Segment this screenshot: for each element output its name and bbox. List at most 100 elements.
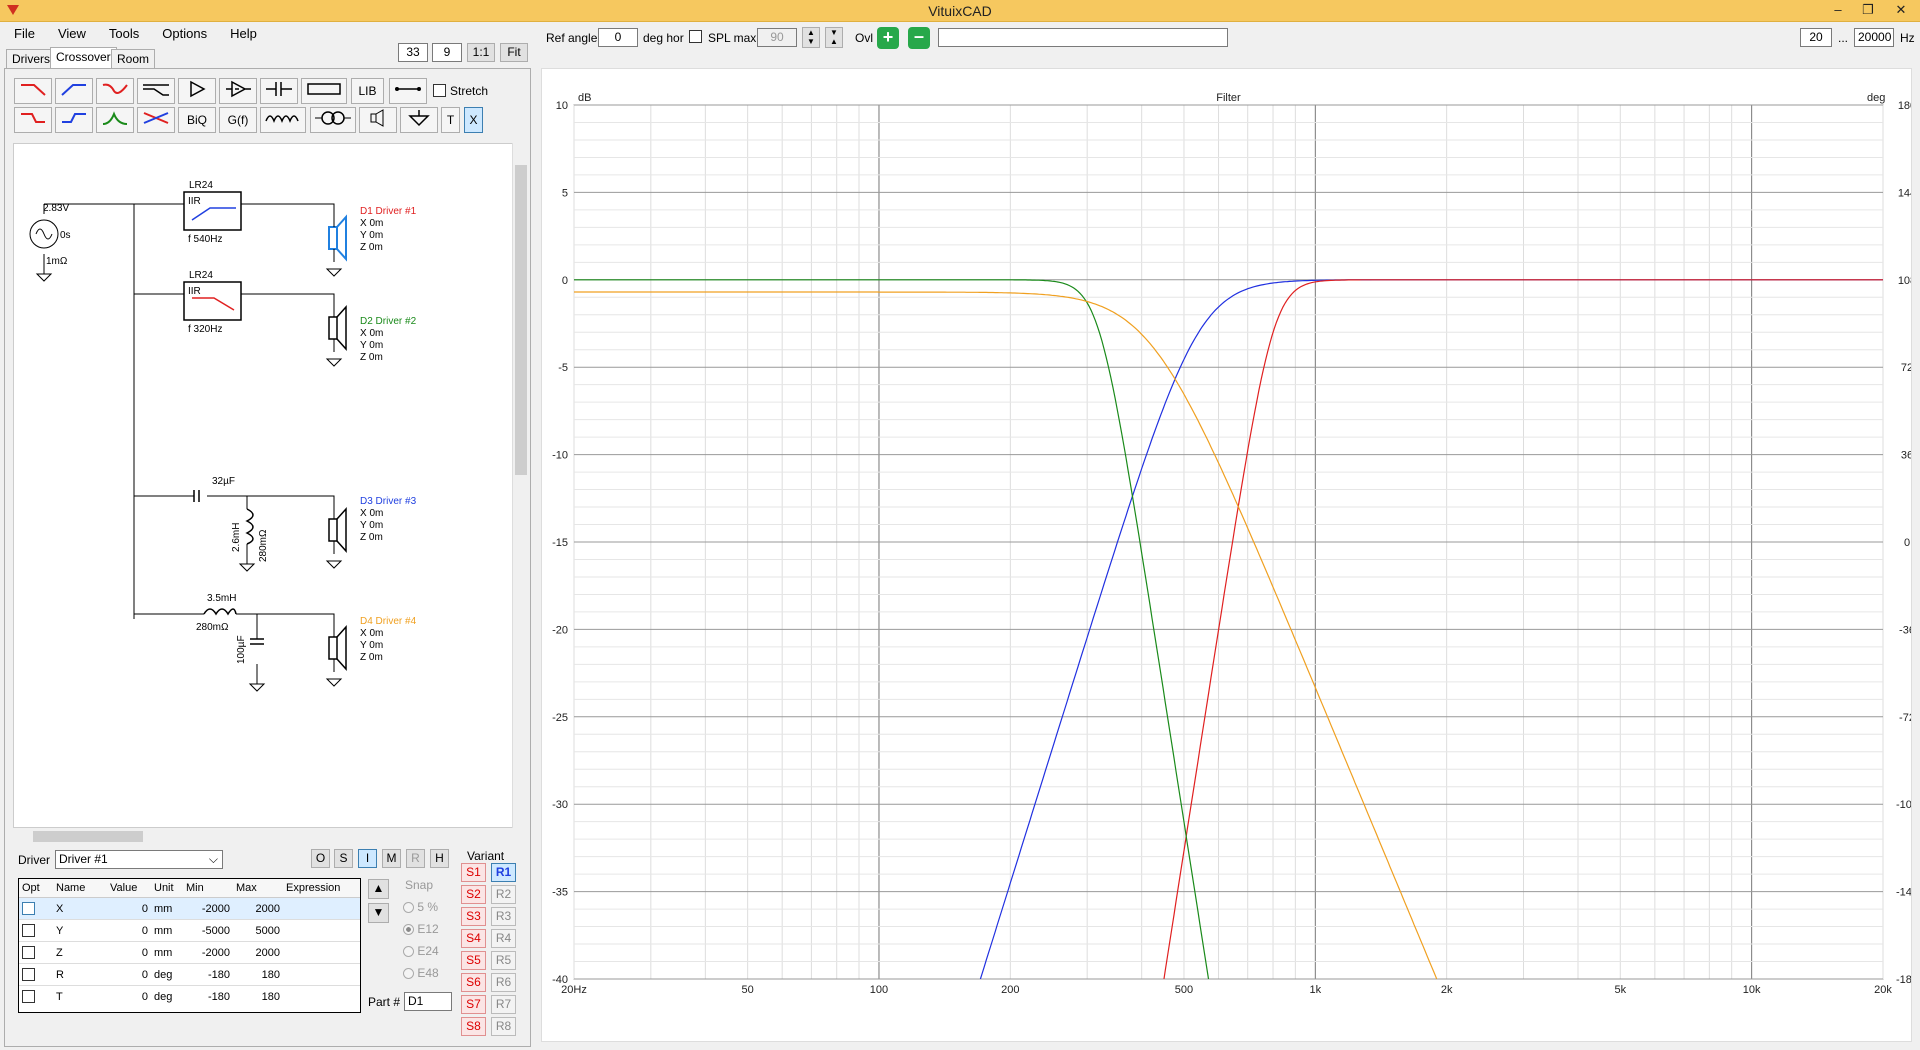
spl-max-checkbox[interactable] [689,30,702,43]
opt-checkbox[interactable] [22,946,35,959]
variant-r1[interactable]: R1 [491,863,516,882]
bandstop-tool[interactable] [96,78,134,104]
highpass-tool[interactable] [55,78,93,104]
library-tool[interactable]: LIB [351,78,384,104]
shelf-tool[interactable] [137,78,175,104]
param-expression[interactable] [283,919,360,942]
param-min[interactable]: -5000 [183,919,233,942]
transformer-tool[interactable] [310,107,356,133]
menu-tools[interactable]: Tools [95,22,148,41]
menu-options[interactable]: Options [148,22,216,41]
param-expression[interactable] [283,985,360,1008]
remove-overlay-button[interactable]: – [908,27,930,49]
variant-s5[interactable]: S5 [461,951,486,970]
tab-crossover[interactable]: Crossover [50,47,117,70]
part-input[interactable]: D1 [404,992,452,1011]
param-min[interactable]: -2000 [183,897,233,920]
snap-e12-radio[interactable]: E12 [403,918,439,940]
plot-panel[interactable]: 1050-5-10-15-20-25-30-35-401801441087236… [541,68,1918,1042]
biquad-tool[interactable]: BiQ [178,107,216,133]
schematic-hscrollbar[interactable] [13,828,513,845]
restore-button[interactable]: ❐ [1853,0,1883,20]
freq-min-input[interactable]: 20 [1800,28,1832,47]
opt-checkbox[interactable] [22,968,35,981]
mode-h-button[interactable]: H [430,849,449,868]
table-row[interactable]: Z 0 mm -2000 2000 [19,941,360,964]
table-row[interactable]: Y 0 mm -5000 5000 [19,919,360,942]
amplifier-tool[interactable] [178,78,216,104]
param-max[interactable]: 180 [233,985,283,1008]
variant-r3[interactable]: R3 [491,907,516,926]
param-expression[interactable] [283,897,360,920]
tab-drivers[interactable]: Drivers [6,49,56,69]
variant-r6[interactable]: R6 [491,973,516,992]
snap-5pct-radio[interactable]: 5 % [403,896,439,918]
mode-o-button[interactable]: O [311,849,330,868]
menu-view[interactable]: View [44,22,95,41]
schematic-vscrollbar[interactable] [512,143,529,828]
spl-max-input[interactable]: 90 [757,28,797,47]
highpass2-tool[interactable] [55,107,93,133]
ground-tool[interactable] [400,107,438,133]
mode-i-button[interactable]: I [358,849,377,868]
param-value[interactable]: 0 [107,963,151,986]
variant-s4[interactable]: S4 [461,929,486,948]
param-max[interactable]: 2000 [233,941,283,964]
variant-s6[interactable]: S6 [461,973,486,992]
variant-r4[interactable]: R4 [491,929,516,948]
allpass-tool[interactable] [137,107,175,133]
tab-room[interactable]: Room [111,49,156,69]
freq-max-input[interactable]: 20000 [1854,28,1894,47]
variant-r7[interactable]: R7 [491,995,516,1014]
move-up-button[interactable]: ▲ [368,879,389,899]
minimize-button[interactable]: – [1823,0,1853,20]
param-value[interactable]: 0 [107,985,151,1008]
zoom-fit-button[interactable]: Fit [500,43,528,62]
param-expression[interactable] [283,963,360,986]
opt-checkbox[interactable] [22,990,35,1004]
overlay-input[interactable] [938,28,1228,47]
resistor-tool[interactable] [301,78,347,104]
param-value[interactable]: 0 [107,897,151,920]
variant-s7[interactable]: S7 [461,995,486,1014]
variant-r2[interactable]: R2 [491,885,516,904]
param-min[interactable]: -2000 [183,941,233,964]
param-value[interactable]: 0 [107,941,151,964]
table-row[interactable]: T 0 deg -180 180 [19,985,360,1008]
bandpass-tool[interactable] [96,107,134,133]
stretch-checkbox[interactable] [433,84,446,97]
close-button[interactable]: ✕ [1886,0,1916,20]
variant-r8[interactable]: R8 [491,1017,516,1036]
buffer-tool[interactable] [219,78,257,104]
x-tool[interactable]: X [464,107,483,133]
mode-m-button[interactable]: M [382,849,401,868]
param-max[interactable]: 5000 [233,919,283,942]
mode-s-button[interactable]: S [334,849,353,868]
opt-checkbox[interactable] [22,902,35,915]
menu-help[interactable]: Help [216,22,266,41]
add-overlay-button[interactable]: + [877,27,899,49]
schematic-canvas[interactable]: 2.83V 0s 1mΩ LR24 IIR f 540Hz LR24 IIR f… [13,143,525,828]
table-row[interactable]: X 0 mm -2000 2000 [19,897,360,920]
lowpass-tool[interactable] [14,78,52,104]
mode-r-button[interactable]: R [406,849,425,868]
param-min[interactable]: -180 [183,963,233,986]
variant-s8[interactable]: S8 [461,1017,486,1036]
inductor-tool[interactable] [260,107,306,133]
wire-tool[interactable] [389,78,427,104]
ref-angle-input[interactable]: 0 [598,28,638,47]
opt-checkbox[interactable] [22,924,35,937]
zoom-1to1-button[interactable]: 1:1 [467,43,495,62]
capacitor-tool[interactable] [260,78,298,104]
snap-e48-radio[interactable]: E48 [403,962,439,984]
filter-chart[interactable]: 1050-5-10-15-20-25-30-35-401801441087236… [542,69,1918,1041]
param-min[interactable]: -180 [183,985,233,1008]
variant-s3[interactable]: S3 [461,907,486,926]
param-max[interactable]: 180 [233,963,283,986]
driver-tool[interactable] [359,107,397,133]
driver-dropdown[interactable]: Driver #1 ⌵ [55,850,223,869]
variant-s1[interactable]: S1 [461,863,486,882]
variant-s2[interactable]: S2 [461,885,486,904]
table-row[interactable]: R 0 deg -180 180 [19,963,360,986]
move-down-button[interactable]: ▼ [368,903,389,923]
